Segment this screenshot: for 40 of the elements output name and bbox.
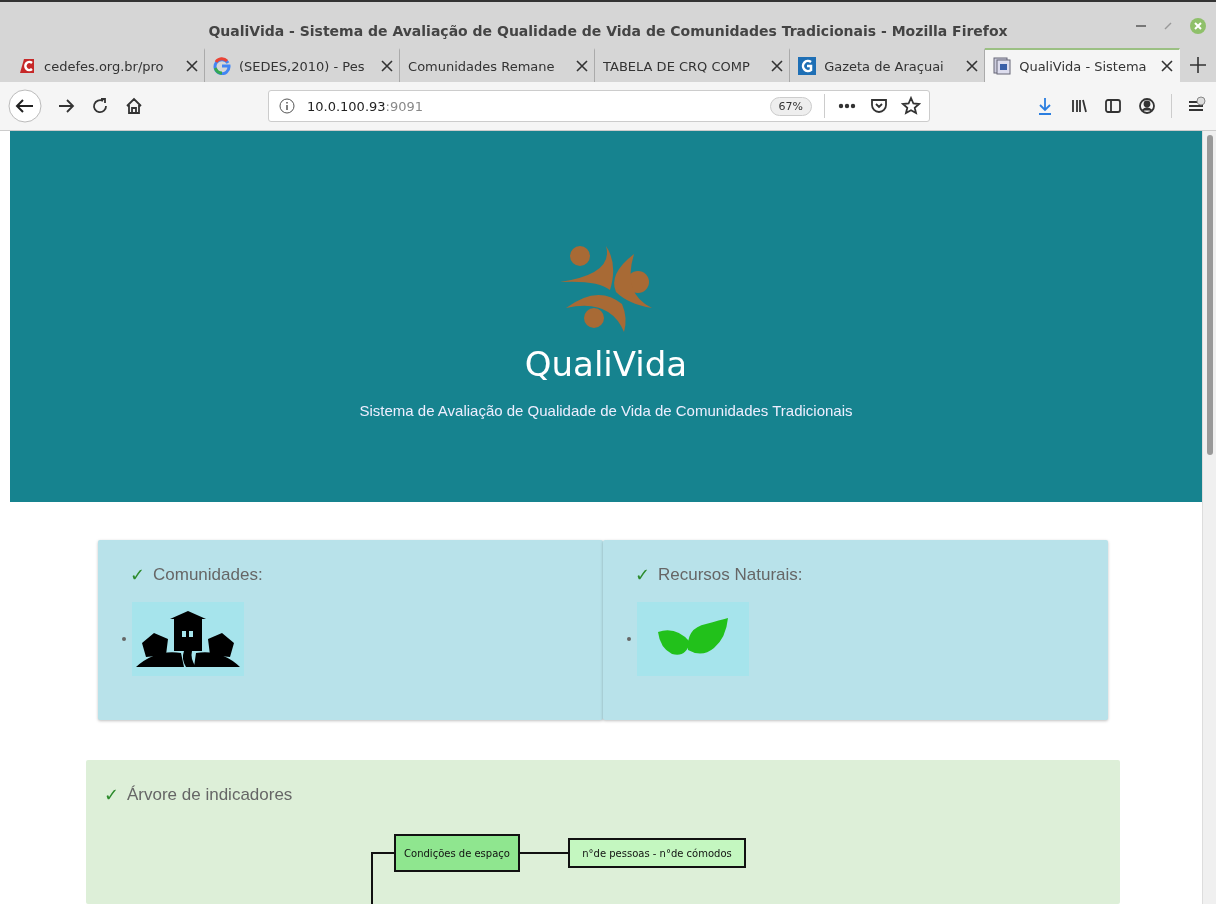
window-title: QualiVida - Sistema de Avaliação de Qualidade de Vida de Comunidades Tradicionais - Mozilla Firefox <box>208 23 1008 39</box>
close-icon[interactable] <box>381 60 394 72</box>
pocket-icon[interactable] <box>869 96 889 116</box>
check-mark: ✓ <box>635 564 650 586</box>
panel-title: Árvore de indicadores <box>127 785 293 805</box>
page-icon <box>993 57 1012 75</box>
app-title: QualiVida <box>524 344 688 384</box>
check-mark: ✓ <box>104 784 119 806</box>
account-icon[interactable] <box>1137 96 1157 116</box>
close-icon[interactable] <box>771 60 784 72</box>
card-title: Recursos Naturais: <box>658 565 803 585</box>
tree-node: n°de pessoas - n°de cómodos <box>568 838 746 868</box>
bullet-icon <box>122 637 126 641</box>
site-logo-icon <box>18 57 36 75</box>
multicolor-ring-icon <box>213 57 232 75</box>
address-bar[interactable]: 10.0.100.93:9091 67% <box>268 90 930 122</box>
card-title: Comunidades: <box>153 565 263 585</box>
close-icon[interactable] <box>576 60 589 72</box>
sidebar-icon[interactable] <box>1103 96 1123 116</box>
app-subtitle: Sistema de Avaliação de Qualidade de Vida de Comunidades Tradicionais <box>359 402 853 419</box>
info-icon[interactable] <box>279 98 295 114</box>
connector-line <box>520 852 568 855</box>
new-tab-icon[interactable] <box>1190 57 1207 73</box>
back-icon[interactable] <box>8 89 42 123</box>
connector-line <box>371 852 396 904</box>
site-logo-icon <box>798 57 817 75</box>
close-icon[interactable] <box>966 60 979 72</box>
url-text: 10.0.100.93:9091 <box>307 98 425 114</box>
tree-node: Condições de espaço <box>394 834 520 872</box>
star-icon[interactable] <box>901 96 921 116</box>
minimize-icon[interactable] <box>1136 24 1146 28</box>
check-mark: ✓ <box>130 564 145 586</box>
houses-icon <box>136 609 240 669</box>
reload-icon[interactable] <box>90 96 110 116</box>
home-icon[interactable] <box>124 96 144 116</box>
close-icon[interactable] <box>186 60 199 72</box>
zoom-level-indicator[interactable]: 67% <box>769 96 812 116</box>
browser-tab[interactable]: QualiVida - Sistema <box>985 48 1181 82</box>
close-icon[interactable] <box>1161 60 1174 72</box>
bullet-icon <box>627 637 631 641</box>
